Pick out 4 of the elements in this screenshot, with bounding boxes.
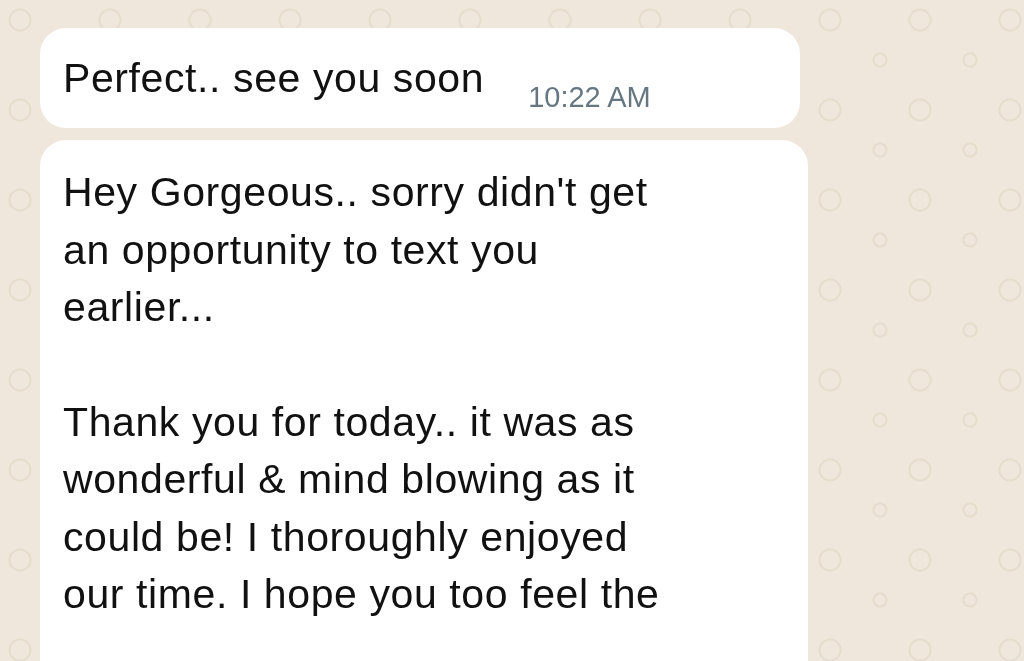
message-timestamp: 10:22 AM [528,81,651,114]
message-text: Perfect.. see you soon [63,54,485,103]
message-text: Hey Gorgeous.. sorry didn't get an opportunity to text you earlier... [63,168,649,332]
message-text: Thank you for today.. it was as wonderful & mind blowing as it could be! I thoroughly enjoyed our time. I hope you too feel the [63,397,661,619]
